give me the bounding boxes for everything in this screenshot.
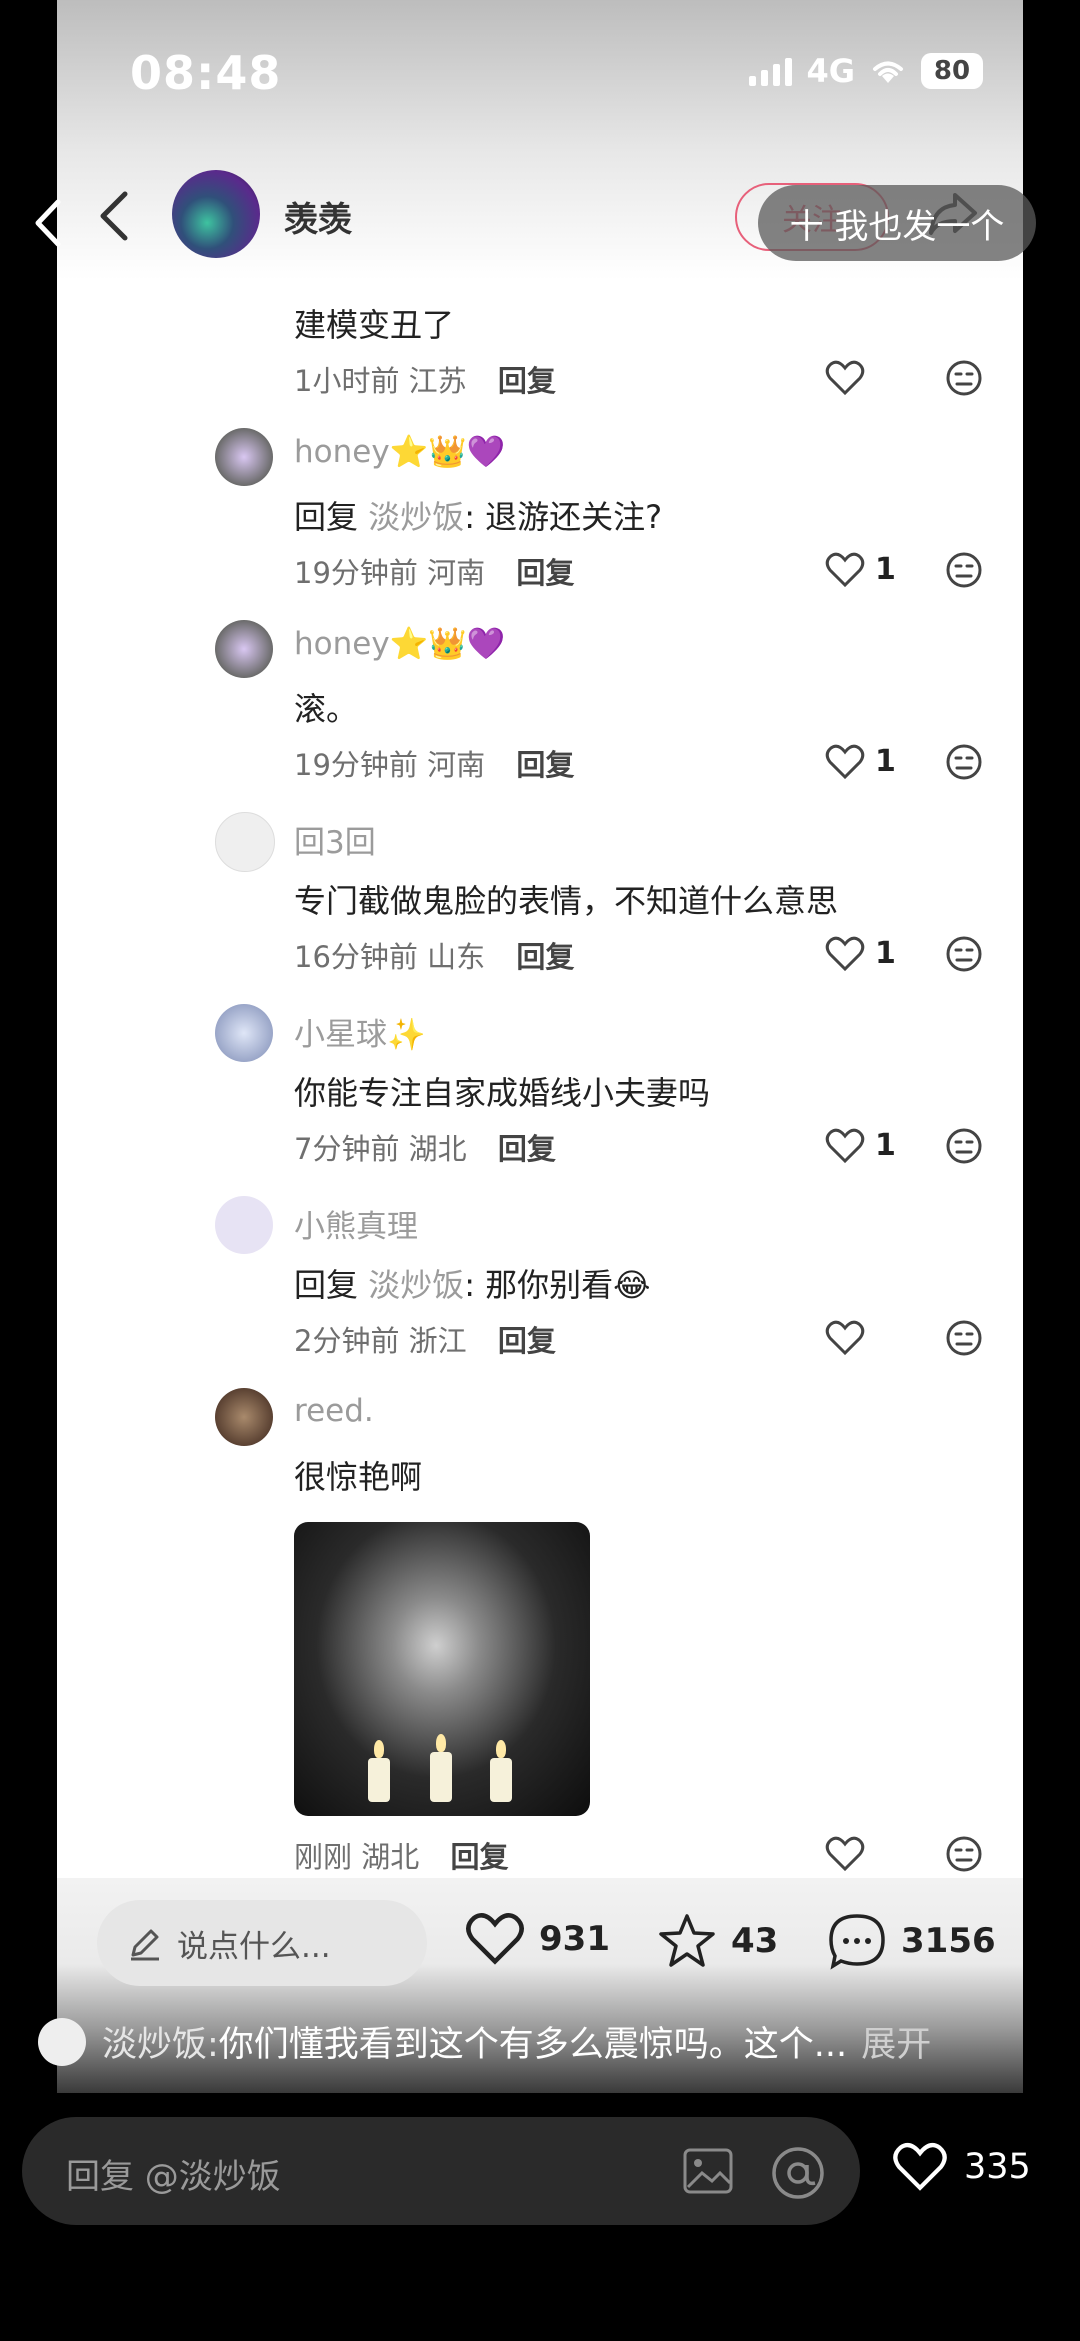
avatar[interactable]	[215, 1004, 273, 1062]
comment-meta: 19分钟前 河南 回复	[294, 748, 575, 782]
avatar[interactable]	[215, 1196, 273, 1254]
heart-icon[interactable]	[825, 936, 865, 972]
candle	[490, 1740, 512, 1802]
reply-button[interactable]: 回复	[498, 1132, 556, 1166]
wifi-icon	[873, 61, 903, 83]
comment-user[interactable]: 小熊真理	[294, 1201, 418, 1246]
dislike-icon[interactable]	[945, 743, 983, 781]
comment-bubble-icon	[829, 1914, 885, 1970]
heart-icon	[466, 1913, 524, 1965]
battery-indicator: 80	[921, 53, 983, 89]
caption-author: 淡炒饭:	[102, 2025, 219, 2065]
reply-button[interactable]: 回复	[498, 1324, 556, 1358]
candle	[430, 1734, 452, 1802]
reply-button[interactable]: 回复	[516, 556, 574, 590]
comment-stat[interactable]: 3156	[827, 1912, 996, 1970]
comment-user[interactable]: honey⭐👑💜	[294, 433, 505, 470]
avatar[interactable]	[215, 1388, 273, 1446]
heart-icon[interactable]	[825, 744, 865, 780]
comment-text: 建模变丑了	[294, 306, 455, 344]
dislike-icon[interactable]	[945, 359, 983, 397]
status-icons: 4G 80	[749, 52, 983, 90]
comment-user[interactable]: honey⭐👑💜	[294, 625, 505, 662]
heart-icon[interactable]	[825, 552, 865, 588]
reply-like[interactable]: 335	[892, 2142, 1031, 2192]
reply-button[interactable]: 回复	[516, 940, 574, 974]
comment-user[interactable]: 回3回	[294, 817, 376, 862]
me-too-button[interactable]: 十 我也发一个	[758, 185, 1036, 261]
heart-icon[interactable]	[825, 1836, 865, 1872]
heart-icon[interactable]	[825, 360, 865, 396]
comment-user[interactable]: reed.	[294, 1393, 374, 1429]
like-count: 1	[875, 552, 896, 587]
comment-text: 很惊艳啊	[294, 1458, 423, 1496]
reply-button[interactable]: 回复	[498, 364, 556, 398]
heart-icon[interactable]	[825, 1128, 865, 1164]
comment-user[interactable]: 小星球✨	[294, 1009, 426, 1054]
heart-icon	[893, 2143, 947, 2191]
author-name[interactable]: 羡羡	[284, 192, 352, 241]
status-time: 08:48	[130, 46, 282, 100]
comment-text: 专门截做鬼脸的表情，不知道什么意思	[294, 882, 839, 920]
comment-text: 你能专注自家成婚线小夫妻吗	[294, 1074, 711, 1112]
star-stat[interactable]: 43	[657, 1912, 778, 1970]
signal-icon	[749, 56, 793, 86]
expand-link[interactable]: 展开	[861, 2016, 931, 2067]
reply-placeholder: 回复 @淡炒饭	[66, 2157, 281, 2197]
dislike-icon[interactable]	[945, 1319, 983, 1357]
comment-meta: 1小时前 江苏 回复	[294, 364, 556, 398]
network-type: 4G	[806, 52, 855, 90]
comment-meta: 刚刚 湖北 回复	[294, 1840, 509, 1874]
caption-text: 你们懂我看到这个有多么震惊吗。这个...	[218, 2025, 848, 2065]
reply-button[interactable]: 回复	[516, 748, 574, 782]
avatar[interactable]	[215, 428, 273, 486]
image-icon[interactable]	[682, 2147, 734, 2195]
avatar[interactable]	[215, 812, 275, 872]
pencil-icon	[131, 1929, 159, 1961]
caption-avatar	[38, 2017, 86, 2066]
post-caption[interactable]: 淡炒饭: 你们懂我看到这个有多么震惊吗。这个... 展开	[38, 2016, 931, 2067]
comment-text: 回复 淡炒饭: 退游还关注?	[294, 498, 663, 536]
reply-input[interactable]: 回复 @淡炒饭	[22, 2117, 860, 2225]
comment-meta: 7分钟前 湖北 回复	[294, 1132, 556, 1166]
like-stat[interactable]: 931	[465, 1912, 610, 1966]
back-icon[interactable]	[30, 198, 70, 248]
comment-meta: 19分钟前 河南 回复	[294, 556, 575, 590]
comment-text: 回复 淡炒饭: 那你别看😂	[294, 1266, 651, 1304]
star-icon	[659, 1914, 715, 1967]
reply-button[interactable]: 回复	[450, 1840, 508, 1874]
screenshot-panel: 08:48 4G 80 羡羡 关注 建模变丑了 1小时前 江苏 回复 honey…	[57, 0, 1023, 2093]
comment-meta: 2分钟前 浙江 回复	[294, 1324, 556, 1358]
like-count: 1	[875, 744, 896, 779]
comment-input[interactable]: 说点什么...	[97, 1900, 427, 1986]
comment-text: 滚。	[294, 690, 359, 728]
avatar[interactable]	[215, 620, 273, 678]
author-avatar[interactable]	[172, 170, 260, 258]
candle	[368, 1740, 390, 1802]
comment-meta: 16分钟前 山东 回复	[294, 940, 575, 974]
like-count: 1	[875, 1128, 896, 1163]
like-count: 1	[875, 936, 896, 971]
at-icon[interactable]	[770, 2145, 826, 2201]
heart-icon[interactable]	[825, 1320, 865, 1356]
comment-image[interactable]	[294, 1522, 590, 1816]
back-icon[interactable]	[95, 190, 135, 242]
dislike-icon[interactable]	[945, 1835, 983, 1873]
dislike-icon[interactable]	[945, 1127, 983, 1165]
dislike-icon[interactable]	[945, 551, 983, 589]
dislike-icon[interactable]	[945, 935, 983, 973]
